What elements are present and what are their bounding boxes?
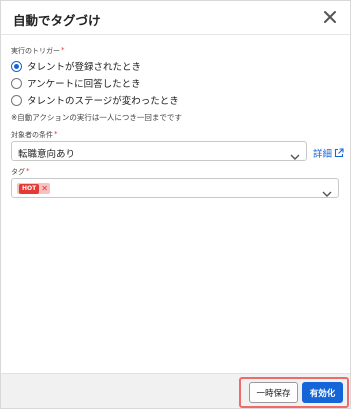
tag-label: タグ* bbox=[11, 167, 30, 177]
tag-select[interactable]: HOT ✕ bbox=[11, 178, 339, 198]
trigger-option-label: タレントのステージが変わったとき bbox=[27, 96, 179, 107]
dialog-header: 自動でタグづけ bbox=[1, 1, 350, 35]
condition-select[interactable]: 転職意向あり bbox=[11, 141, 307, 161]
trigger-label-text: 実行のトリガー bbox=[11, 47, 60, 55]
radio-button-checked[interactable] bbox=[11, 60, 22, 72]
chevron-down-icon bbox=[322, 184, 332, 197]
required-mark: * bbox=[26, 167, 30, 175]
condition-label-text: 対象者の条件 bbox=[11, 131, 53, 139]
save-draft-button[interactable]: 一時保存 bbox=[249, 382, 298, 403]
dialog-title: 自動でタグづけ bbox=[13, 13, 101, 28]
condition-select-value: 転職意向あり bbox=[18, 149, 76, 160]
trigger-note: ※自動アクションの実行は一人につき一回までです bbox=[11, 113, 182, 122]
close-icon[interactable] bbox=[322, 9, 338, 25]
auto-tag-dialog: 自動でタグづけ 実行のトリガー* タレントが登録されたとき アンケートに回答した… bbox=[0, 0, 351, 409]
remove-tag-icon[interactable]: ✕ bbox=[41, 184, 48, 193]
external-link-icon bbox=[334, 148, 344, 158]
required-mark: * bbox=[54, 130, 58, 138]
condition-label: 対象者の条件* bbox=[11, 130, 58, 140]
detail-link-text: 詳細 bbox=[313, 149, 333, 160]
tag-label-text: タグ bbox=[11, 168, 25, 176]
condition-detail-link[interactable]: 詳細 bbox=[313, 146, 344, 160]
radio-button[interactable] bbox=[11, 77, 22, 89]
tag-chip-label: HOT bbox=[19, 183, 40, 194]
radio-button[interactable] bbox=[11, 94, 22, 106]
tag-chip: HOT ✕ bbox=[17, 183, 50, 194]
trigger-option-label: アンケートに回答したとき bbox=[27, 79, 141, 90]
trigger-option-stage-changed[interactable]: タレントのステージが変わったとき bbox=[11, 93, 179, 107]
enable-button[interactable]: 有効化 bbox=[302, 382, 343, 403]
chevron-down-icon bbox=[290, 147, 300, 160]
trigger-option-talent-registered[interactable]: タレントが登録されたとき bbox=[11, 59, 141, 73]
required-mark: * bbox=[61, 46, 65, 54]
trigger-option-label: タレントが登録されたとき bbox=[27, 62, 142, 73]
trigger-label: 実行のトリガー* bbox=[11, 46, 65, 56]
trigger-option-survey-answered[interactable]: アンケートに回答したとき bbox=[11, 76, 141, 90]
